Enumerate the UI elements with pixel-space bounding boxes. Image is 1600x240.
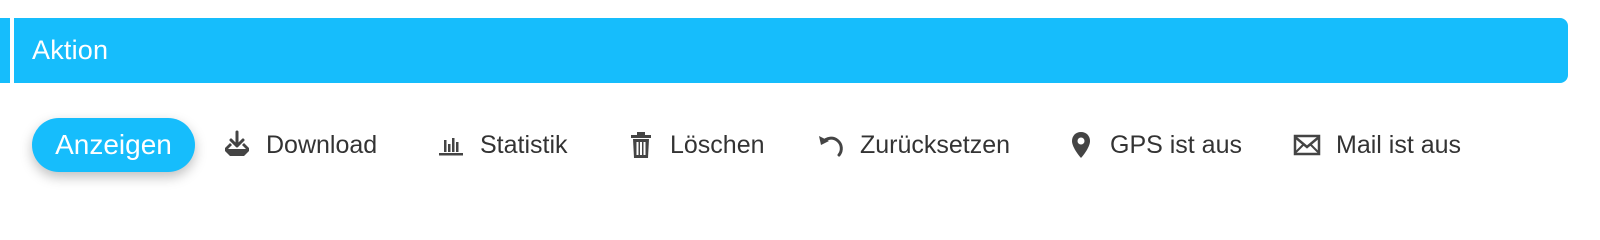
reset-label: Zurücksetzen [860, 130, 1011, 159]
undo-icon [814, 128, 848, 162]
action-toolbar: Anzeigen Download Statistik Löschen Zurü… [32, 118, 1600, 174]
location-pin-icon [1064, 128, 1098, 162]
show-button[interactable]: Anzeigen [32, 118, 195, 172]
gps-label: GPS ist aus [1110, 130, 1242, 159]
statistics-button[interactable]: Statistik [434, 118, 568, 172]
delete-button[interactable]: Löschen [624, 118, 765, 172]
header-left-accent [0, 18, 10, 83]
bar-chart-icon [434, 128, 468, 162]
download-label: Download [266, 130, 378, 159]
gps-toggle[interactable]: GPS ist aus [1064, 118, 1242, 172]
envelope-icon [1290, 128, 1324, 162]
mail-toggle[interactable]: Mail ist aus [1290, 118, 1461, 172]
section-title: Aktion [32, 35, 109, 65]
reset-button[interactable]: Zurücksetzen [814, 118, 1010, 172]
download-button[interactable]: Download [220, 118, 377, 172]
download-icon [220, 128, 254, 162]
section-header: Aktion [14, 18, 1568, 83]
delete-label: Löschen [670, 130, 765, 159]
statistics-label: Statistik [480, 130, 568, 159]
trash-icon [624, 128, 658, 162]
mail-label: Mail ist aus [1336, 130, 1462, 159]
